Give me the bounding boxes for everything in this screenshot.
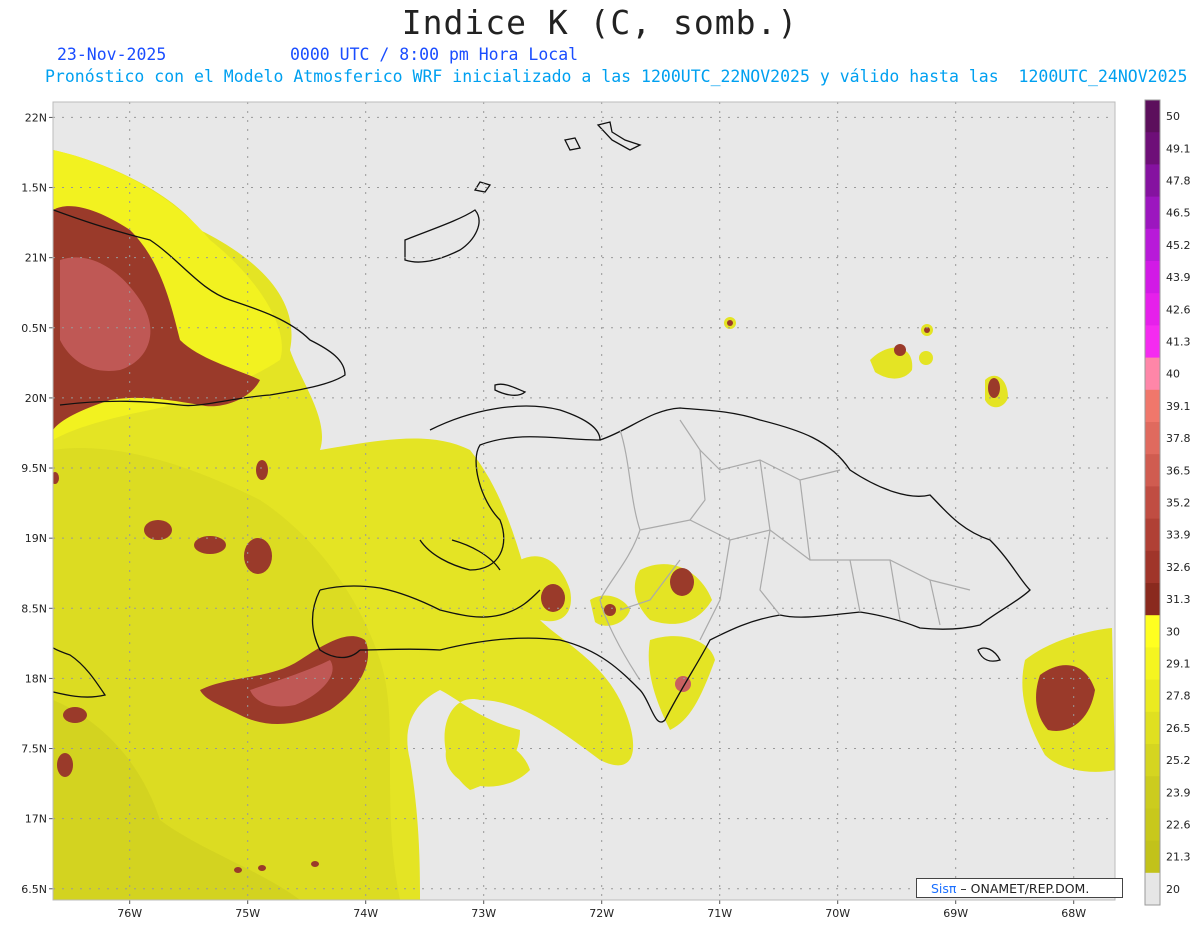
color-legend-swatch	[1145, 615, 1160, 648]
color-legend-swatch	[1145, 422, 1160, 455]
color-legend-label: 40	[1166, 368, 1180, 381]
color-legend-label: 20	[1166, 883, 1180, 896]
color-legend-label: 23.9	[1166, 786, 1191, 799]
lon-label: 68W	[1061, 907, 1086, 920]
color-legend-swatch	[1145, 454, 1160, 487]
color-legend-label: 41.3	[1166, 336, 1191, 349]
lat-label: 17N	[25, 813, 47, 826]
color-legend-label: 31.3	[1166, 593, 1191, 606]
longitude-labels: 76W 75W 74W 73W 72W 71W 70W 69W 68W	[117, 900, 1086, 920]
lat-label: 6.5N	[21, 883, 47, 896]
lat-label: 9.5N	[21, 462, 47, 475]
lon-label: 72W	[589, 907, 614, 920]
lon-label: 75W	[235, 907, 260, 920]
color-legend-swatch	[1145, 228, 1160, 262]
lat-label: 22N	[25, 111, 47, 124]
color-legend-label: 33.9	[1166, 529, 1191, 542]
color-legend-label: 37.8	[1166, 432, 1191, 445]
color-legend-swatch	[1145, 711, 1160, 745]
lat-label: 21N	[25, 252, 47, 265]
color-legend-label: 21.3	[1166, 851, 1191, 864]
color-legend-label: 32.6	[1166, 561, 1191, 574]
color-legend-swatch	[1145, 808, 1160, 842]
color-legend-label: 22.6	[1166, 819, 1191, 832]
lat-label: 8.5N	[21, 602, 47, 615]
lon-label: 70W	[825, 907, 850, 920]
color-legend-swatch	[1145, 583, 1160, 616]
lat-label: 19N	[25, 532, 47, 545]
color-legend-swatch	[1145, 132, 1160, 165]
color-legend-label: 26.5	[1166, 722, 1191, 735]
color-legend-swatch	[1145, 872, 1160, 906]
color-legend-swatch	[1145, 840, 1160, 874]
lon-label: 73W	[471, 907, 496, 920]
color-legend: 50 49.1 47.8 46.5 45.2 43.9 42.6 41.3 40 39.1 37.8…	[1144, 99, 1191, 906]
color-legend-swatch	[1145, 744, 1160, 777]
credit-text: – ONAMET/REP.DOM.	[956, 881, 1090, 896]
color-legend-swatch	[1145, 325, 1160, 359]
color-legend-swatch	[1145, 196, 1160, 230]
lat-label: 18N	[25, 672, 47, 685]
color-legend-label: 35.2	[1166, 497, 1191, 510]
lat-label: 20N	[25, 392, 47, 405]
color-legend-label: 30	[1166, 625, 1180, 638]
color-legend-label: 25.2	[1166, 754, 1191, 767]
color-legend-swatch	[1145, 647, 1160, 681]
color-legend-label: 42.6	[1166, 303, 1191, 316]
color-legend-label: 49.1	[1166, 142, 1191, 155]
lon-label: 71W	[707, 907, 732, 920]
color-legend-swatch	[1145, 357, 1160, 391]
color-legend-label: 47.8	[1166, 175, 1191, 188]
lon-label: 74W	[353, 907, 378, 920]
color-legend-label: 29.1	[1166, 658, 1191, 671]
color-legend-swatch	[1145, 100, 1160, 133]
color-legend-label: 46.5	[1166, 207, 1191, 220]
color-legend-swatch	[1145, 486, 1160, 520]
color-legend-label: 43.9	[1166, 271, 1191, 284]
color-legend-label: 45.2	[1166, 239, 1191, 252]
color-legend-swatch	[1145, 261, 1160, 294]
color-legend-swatch	[1145, 164, 1160, 198]
color-legend-label: 39.1	[1166, 400, 1191, 413]
color-legend-label: 50	[1166, 110, 1180, 123]
color-legend-swatch	[1145, 679, 1160, 713]
color-legend-swatch	[1145, 293, 1160, 326]
lat-label: 7.5N	[21, 743, 47, 756]
lon-label: 76W	[117, 907, 142, 920]
credit-box: Sisπ – ONAMET/REP.DOM.	[916, 878, 1123, 898]
lon-label: 69W	[943, 907, 968, 920]
color-legend-swatch	[1145, 776, 1160, 809]
lat-label: 0.5N	[21, 322, 47, 335]
color-legend-swatch	[1145, 550, 1160, 584]
color-legend-swatch	[1145, 389, 1160, 423]
k-index-map: 22N 1.5N 21N 0.5N 20N 9.5N 19N 8.5N 18N 7.5N 17N 6.…	[21, 99, 1191, 920]
color-legend-label: 27.8	[1166, 690, 1191, 703]
latitude-labels: 22N 1.5N 21N 0.5N 20N 9.5N 19N 8.5N 18N 7.5N 17N 6.…	[21, 111, 53, 896]
color-legend-label: 36.5	[1166, 464, 1191, 477]
lat-label: 1.5N	[21, 182, 47, 195]
color-legend-swatch	[1145, 518, 1160, 552]
sispi-logo-text: Sisπ	[931, 881, 957, 896]
